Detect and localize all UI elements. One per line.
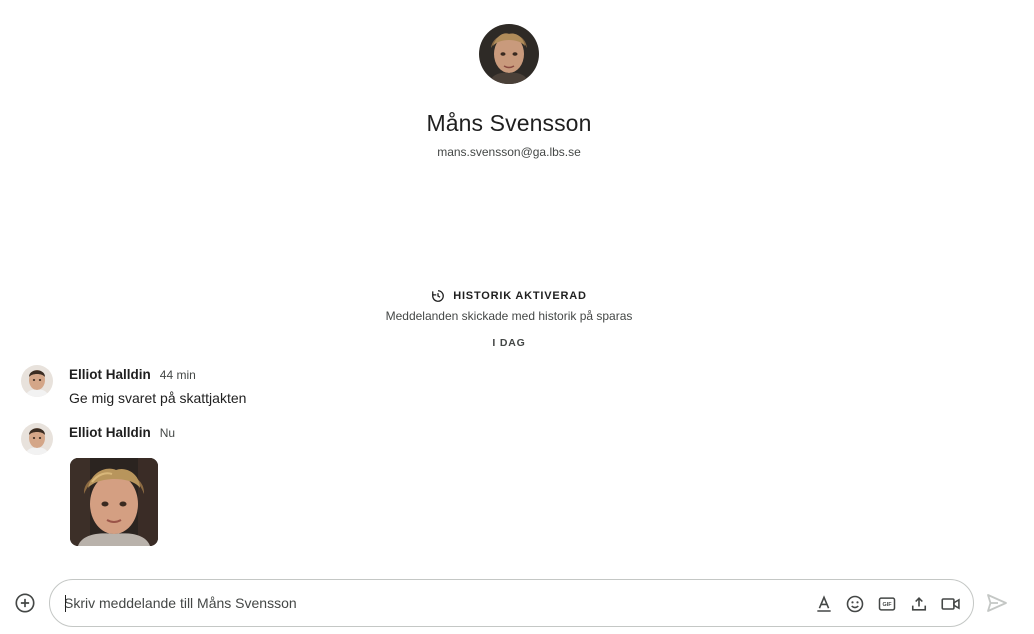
message-header: Elliot Halldin Nu — [69, 425, 175, 440]
emoji-icon — [846, 595, 864, 613]
sender-avatar[interactable] — [21, 423, 53, 455]
add-content-button[interactable] — [14, 592, 36, 614]
format-text-icon — [817, 595, 831, 612]
message-header: Elliot Halldin 44 min — [69, 367, 196, 382]
contact-avatar[interactable] — [479, 24, 539, 84]
message-time: Nu — [159, 426, 176, 440]
upload-button[interactable] — [907, 592, 931, 616]
contact-name: Måns Svensson — [426, 110, 592, 136]
svg-text:GIF: GIF — [882, 602, 892, 608]
contact-email: mans.svensson@ga.lbs.se — [437, 145, 581, 159]
history-icon — [432, 290, 445, 302]
sender-name[interactable]: Elliot Halldin — [69, 425, 151, 440]
gif-button[interactable]: GIF — [875, 592, 899, 616]
image-attachment[interactable] — [70, 458, 158, 546]
chat-window: Måns Svensson mans.svensson@ga.lbs.se HI… — [0, 0, 1034, 634]
text-caret — [65, 595, 66, 612]
person-photo-avatar — [21, 423, 53, 455]
message-input[interactable] — [64, 592, 784, 614]
video-meeting-button[interactable] — [939, 592, 963, 616]
history-subtitle: Meddelanden skickade med historik på spa… — [385, 309, 633, 323]
day-divider: I DAG — [492, 337, 526, 349]
send-button[interactable] — [985, 591, 1009, 615]
message-time: 44 min — [159, 368, 196, 382]
message-text: Ge mig svaret på skattjakten — [69, 390, 247, 406]
format-text-button[interactable] — [812, 592, 836, 616]
sender-name[interactable]: Elliot Halldin — [69, 367, 151, 382]
add-circle-icon — [15, 593, 35, 613]
message-composer: GIF — [49, 579, 974, 627]
sender-avatar[interactable] — [21, 365, 53, 397]
history-title: HISTORIK AKTIVERAD — [453, 290, 587, 302]
video-meeting-icon — [941, 598, 960, 610]
person-photo-avatar — [21, 365, 53, 397]
upload-icon — [911, 597, 927, 611]
emoji-button[interactable] — [843, 592, 867, 616]
person-photo-avatar — [479, 24, 539, 84]
image-photo — [70, 458, 158, 546]
send-icon — [987, 594, 1007, 612]
gif-icon: GIF — [878, 597, 896, 611]
history-notice: HISTORIK AKTIVERAD — [0, 289, 1018, 303]
